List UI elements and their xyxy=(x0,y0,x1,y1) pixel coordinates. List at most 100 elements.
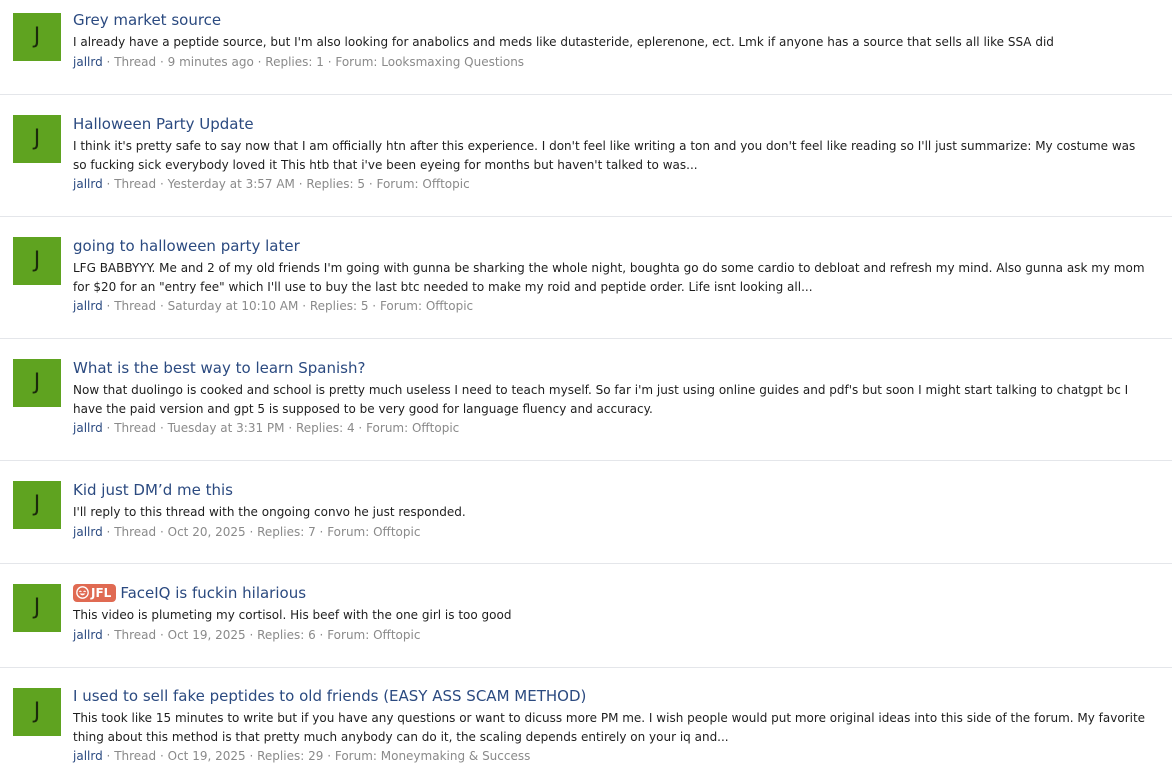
thread-type: Thread xyxy=(114,421,157,435)
thread-meta: jallrd · Thread · Tuesday at 3:31 PM · R… xyxy=(73,419,1152,437)
forum-link[interactable]: Forum: Offtopic xyxy=(327,628,420,642)
author-link[interactable]: jallrd xyxy=(73,749,103,763)
forum-link[interactable]: Forum: Looksmaxing Questions xyxy=(335,55,524,69)
list-item: J I used to sell fake peptides to old fr… xyxy=(0,668,1172,784)
thread-title-link[interactable]: Kid just DM’d me this xyxy=(73,481,233,499)
meta-separator: · xyxy=(106,54,111,69)
author-link[interactable]: jallrd xyxy=(73,177,103,191)
forum-link[interactable]: Forum: Offtopic xyxy=(366,421,459,435)
thread-snippet: I already have a peptide source, but I'm… xyxy=(73,35,1054,49)
meta-separator: · xyxy=(249,749,254,763)
forum-link[interactable]: Forum: Offtopic xyxy=(327,525,420,539)
meta-separator: · xyxy=(302,299,307,313)
thread-type: Thread xyxy=(114,524,157,539)
meta-separator: · xyxy=(327,749,332,763)
thread-snippet: This took like 15 minutes to write but i… xyxy=(73,711,1146,744)
thread-snippet: This video is plumeting my cortisol. His… xyxy=(73,608,512,622)
thread-title-link[interactable]: I used to sell fake peptides to old frie… xyxy=(73,687,586,705)
meta-separator: · xyxy=(249,524,254,539)
thread-time: Tuesday at 3:31 PM xyxy=(167,421,285,435)
meta-separator: · xyxy=(372,299,377,313)
meta-separator: · xyxy=(159,177,164,191)
thread-time: Oct 19, 2025 xyxy=(167,627,246,642)
thread-snippet: I'll reply to this thread with the ongoi… xyxy=(73,505,466,519)
thread-meta: jallrd · Thread · Saturday at 10:10 AM ·… xyxy=(73,297,1152,315)
thread-prefix-badge[interactable]: JFL xyxy=(73,584,117,602)
thread-list: J Grey market source I already have a pe… xyxy=(0,0,1172,784)
thread-meta: jallrd · Thread · Oct 19, 2025 · Replies… xyxy=(73,747,1152,765)
thread-snippet: LFG BABBYYY. Me and 2 of my old friends … xyxy=(73,261,1145,294)
thread-type: Thread xyxy=(114,627,157,642)
thread-snippet: Now that duolingo is cooked and school i… xyxy=(73,383,1129,416)
thread-time: Saturday at 10:10 AM xyxy=(167,299,299,313)
meta-separator: · xyxy=(249,627,254,642)
thread-title-link[interactable]: FaceIQ is fuckin hilarious xyxy=(120,584,306,602)
thread-replies: Replies: 6 xyxy=(257,627,316,642)
thread-replies: Replies: 5 xyxy=(306,177,365,191)
author-link[interactable]: jallrd xyxy=(73,628,103,642)
avatar[interactable]: J xyxy=(13,13,61,61)
laughing-face-icon xyxy=(76,586,89,599)
meta-separator: · xyxy=(358,421,363,435)
thread-replies: Replies: 5 xyxy=(309,299,369,313)
thread-type: Thread xyxy=(114,749,157,763)
meta-separator: · xyxy=(106,177,111,191)
thread-meta: jallrd · Thread · Oct 19, 2025 · Replies… xyxy=(73,626,1152,644)
thread-meta: jallrd · Thread · 9 minutes ago · Replie… xyxy=(73,53,1152,71)
thread-title-row: Kid just DM’d me this xyxy=(73,480,1152,500)
forum-link[interactable]: Forum: Offtopic xyxy=(376,177,469,191)
author-link[interactable]: jallrd xyxy=(73,525,103,539)
avatar[interactable]: J xyxy=(13,359,61,407)
thread-time: Oct 20, 2025 xyxy=(167,524,246,539)
list-item: J Halloween Party Update I think it's pr… xyxy=(0,95,1172,217)
meta-separator: · xyxy=(319,627,324,642)
list-item: J going to halloween party later LFG BAB… xyxy=(0,217,1172,339)
thread-snippet: I think it's pretty safe to say now that… xyxy=(73,139,1136,172)
author-link[interactable]: jallrd xyxy=(73,299,103,313)
thread-title-row: Grey market source xyxy=(73,10,1152,30)
list-item: J Grey market source I already have a pe… xyxy=(0,0,1172,95)
thread-title-link[interactable]: going to halloween party later xyxy=(73,237,300,255)
list-item: J Kid just DM’d me this I'll reply to th… xyxy=(0,461,1172,564)
author-link[interactable]: jallrd xyxy=(73,55,103,69)
thread-title-row: JFL FaceIQ is fuckin hilarious xyxy=(73,583,1152,603)
meta-separator: · xyxy=(159,421,164,435)
thread-prefix-label: JFL xyxy=(91,586,112,600)
thread-replies: Replies: 29 xyxy=(257,749,324,763)
thread-time: Yesterday at 3:57 AM xyxy=(167,177,295,191)
meta-separator: · xyxy=(327,54,332,69)
thread-meta: jallrd · Thread · Yesterday at 3:57 AM ·… xyxy=(73,175,1152,193)
thread-replies: Replies: 1 xyxy=(265,54,324,69)
avatar[interactable]: J xyxy=(13,481,61,529)
thread-title-link[interactable]: Halloween Party Update xyxy=(73,115,254,133)
meta-separator: · xyxy=(106,421,111,435)
thread-title-link[interactable]: Grey market source xyxy=(73,11,221,29)
forum-link[interactable]: Forum: Offtopic xyxy=(380,299,473,313)
meta-separator: · xyxy=(159,299,164,313)
thread-replies: Replies: 4 xyxy=(295,421,355,435)
meta-separator: · xyxy=(288,421,293,435)
meta-separator: · xyxy=(106,524,111,539)
author-link[interactable]: jallrd xyxy=(73,421,103,435)
meta-separator: · xyxy=(159,54,164,69)
thread-time: 9 minutes ago xyxy=(167,54,254,69)
avatar[interactable]: J xyxy=(13,237,61,285)
thread-meta: jallrd · Thread · Oct 20, 2025 · Replies… xyxy=(73,523,1152,541)
thread-replies: Replies: 7 xyxy=(257,524,316,539)
meta-separator: · xyxy=(319,524,324,539)
thread-title-link[interactable]: What is the best way to learn Spanish? xyxy=(73,359,365,377)
meta-separator: · xyxy=(159,749,164,763)
meta-separator: · xyxy=(106,627,111,642)
avatar[interactable]: J xyxy=(13,584,61,632)
thread-type: Thread xyxy=(114,177,157,191)
meta-separator: · xyxy=(106,749,111,763)
meta-separator: · xyxy=(159,524,164,539)
list-item: J What is the best way to learn Spanish?… xyxy=(0,339,1172,461)
meta-separator: · xyxy=(298,177,303,191)
avatar[interactable]: J xyxy=(13,115,61,163)
forum-link[interactable]: Forum: Moneymaking & Success xyxy=(335,749,531,763)
thread-title-row: I used to sell fake peptides to old frie… xyxy=(73,686,1152,706)
thread-title-row: going to halloween party later xyxy=(73,236,1152,256)
avatar[interactable]: J xyxy=(13,688,61,736)
meta-separator: · xyxy=(257,54,262,69)
